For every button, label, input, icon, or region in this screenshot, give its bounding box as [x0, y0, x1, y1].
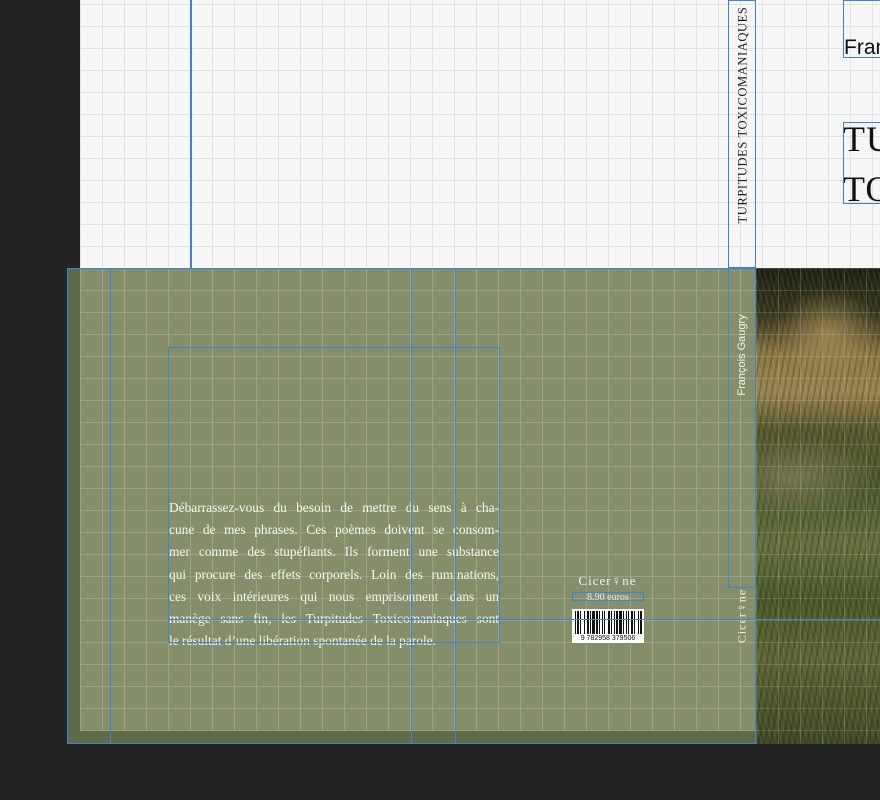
horizontal-guide-frame[interactable] — [168, 619, 880, 620]
price-frame[interactable] — [572, 592, 644, 601]
front-author-frame[interactable] — [843, 0, 880, 58]
blurb-text-frame[interactable] — [168, 347, 500, 643]
spine-author-box[interactable] — [728, 268, 756, 588]
spine-title-box[interactable] — [728, 0, 756, 268]
page-white-area — [80, 0, 880, 268]
front-cover-photo[interactable] — [756, 268, 880, 744]
front-title-frame[interactable] — [843, 122, 880, 204]
column-frame-2[interactable] — [455, 268, 756, 744]
photo-path — [756, 438, 880, 518]
photo-dry-grass — [776, 288, 880, 378]
guide-frame-top[interactable] — [190, 0, 192, 268]
